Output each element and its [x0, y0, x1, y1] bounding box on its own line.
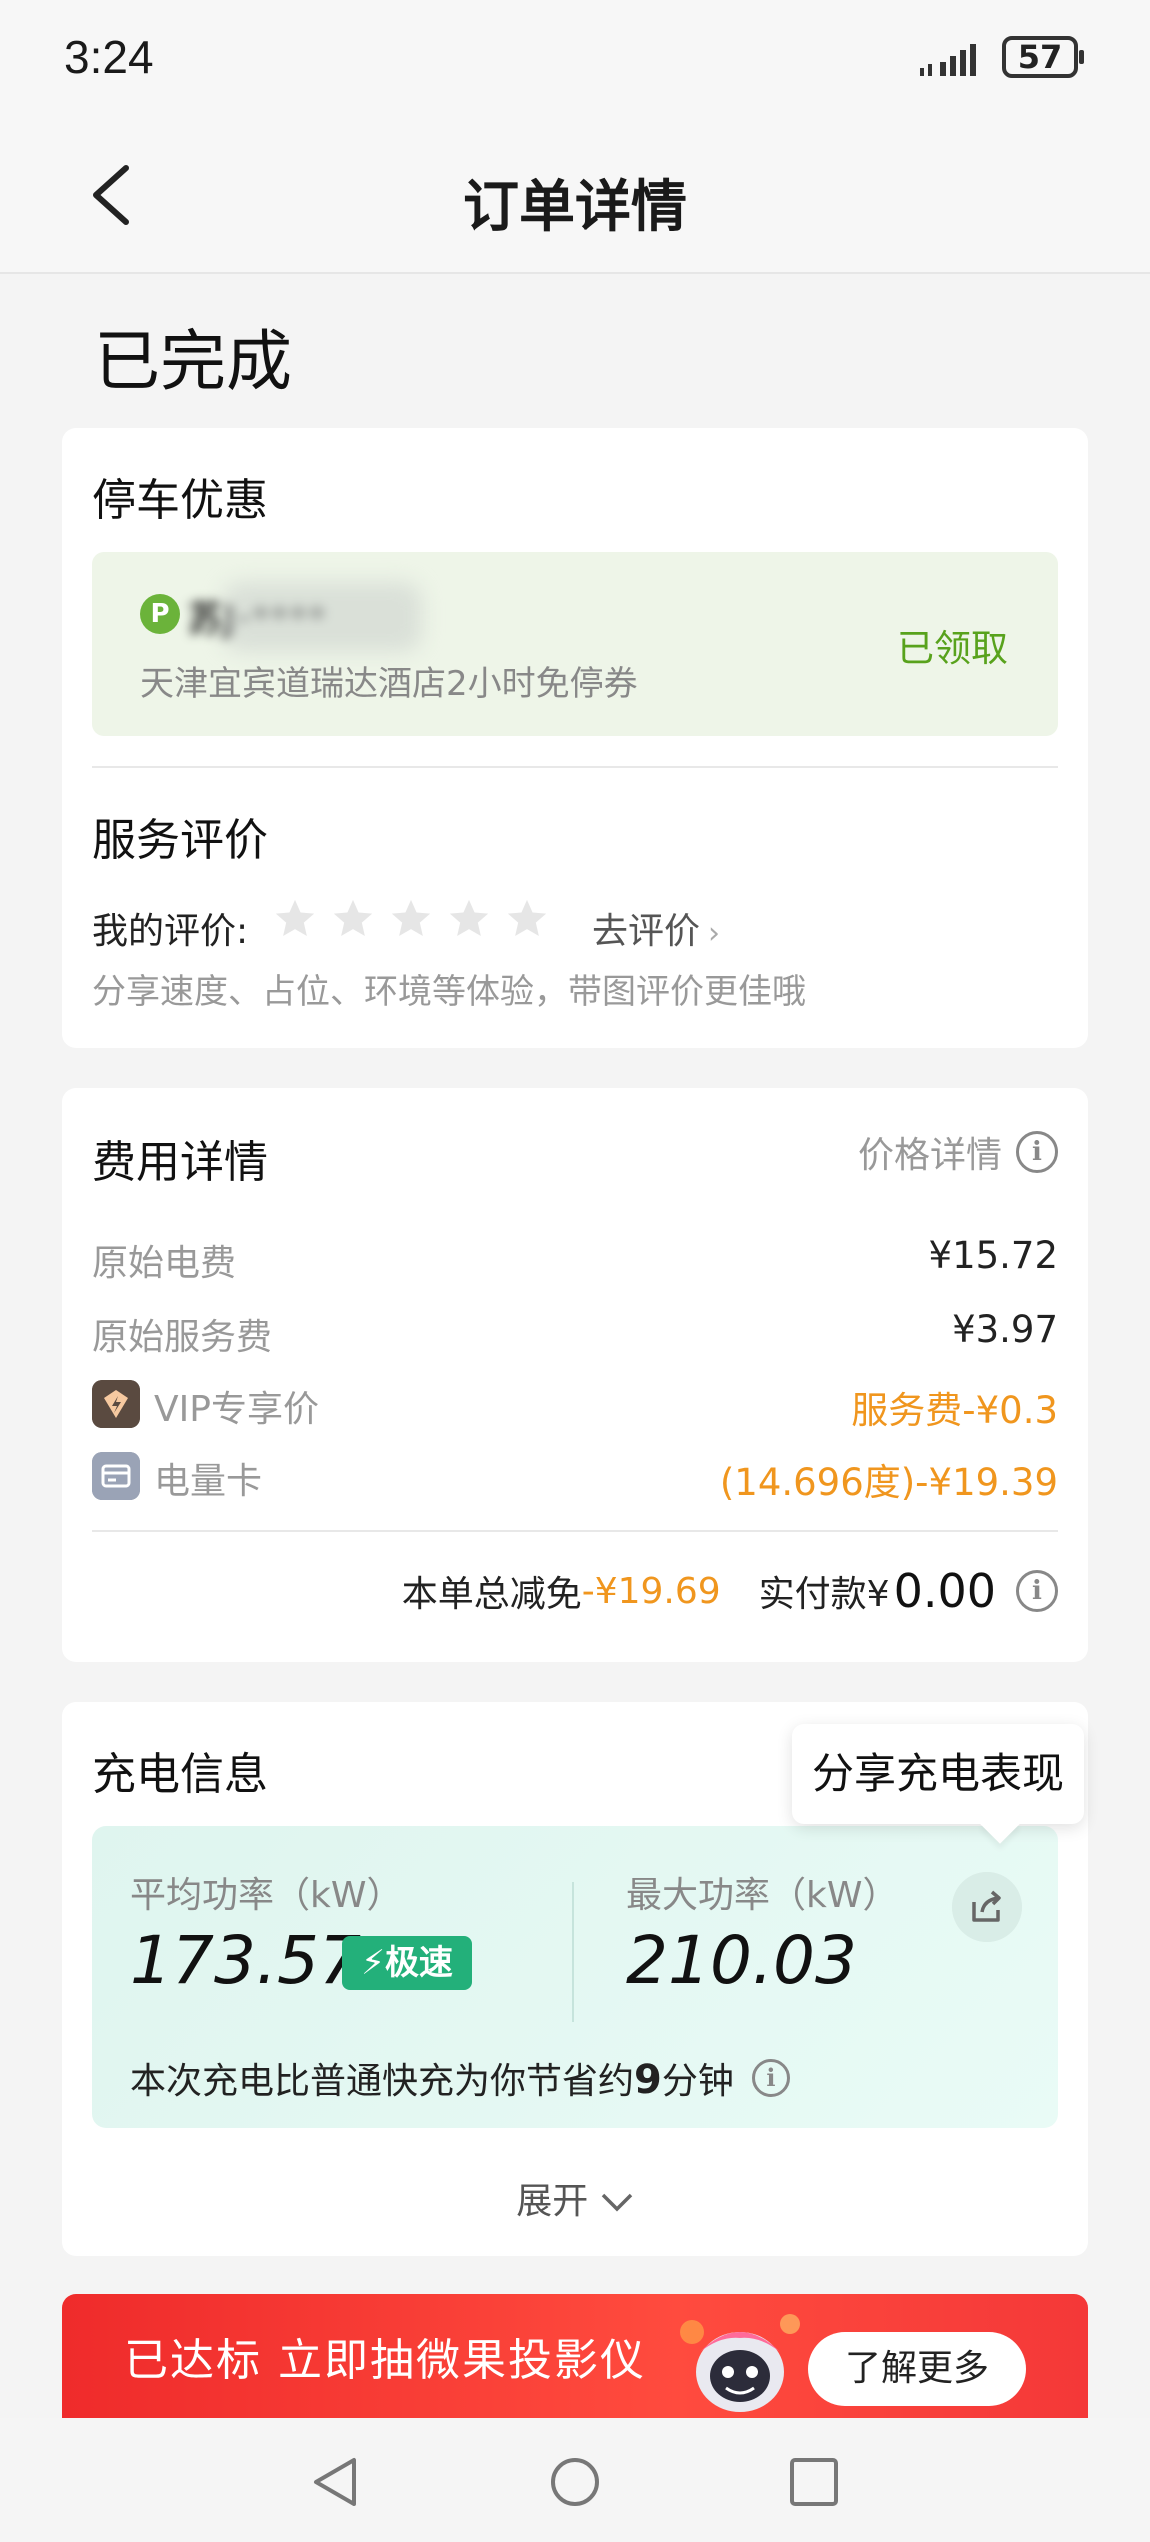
max-power-label: 最大功率（kW） — [626, 1875, 899, 1916]
review-title: 服务评价 — [92, 815, 268, 866]
nav-bar: 订单详情 — [0, 114, 1150, 274]
rating-hint: 分享速度、占位、环境等体验，带图评价更佳哦 — [92, 972, 806, 1012]
save-suffix: 分钟 — [661, 2061, 734, 2102]
fee-label: 原始电费 — [92, 1243, 237, 1284]
plate-mask — [222, 582, 422, 652]
system-nav-bar — [0, 2418, 1150, 2542]
chevron-right-icon: › — [708, 916, 721, 951]
star-icon[interactable] — [504, 896, 550, 942]
fee-label: VIP专享价 — [154, 1389, 319, 1430]
divider — [92, 766, 1058, 768]
paid-label: 实付款¥ — [758, 1574, 890, 1615]
speed-badge: ⚡极速 — [342, 1936, 472, 1990]
power-box: 平均功率（kW） 173.57 ⚡极速 最大功率（kW） 210.03 本次充电… — [92, 1826, 1058, 2128]
expand-button[interactable]: 展开 — [62, 2172, 1088, 2224]
total-discount-value: -¥19.69 — [581, 1570, 721, 1612]
fee-value: 服务费-¥0.3 — [851, 1389, 1058, 1432]
lion-mascot-image — [680, 2314, 800, 2412]
vip-icon — [92, 1380, 140, 1428]
fee-label: 电量卡 — [154, 1461, 263, 1502]
column-divider — [572, 1882, 574, 2022]
parking-title: 停车优惠 — [92, 475, 268, 526]
paid-value: 0.00 — [893, 1564, 996, 1618]
price-detail-link[interactable]: 价格详情 i — [858, 1126, 1058, 1178]
card-icon — [92, 1452, 140, 1500]
expand-label: 展开 — [516, 2181, 589, 2222]
go-review-link[interactable]: 去评价 › — [592, 902, 720, 954]
fee-value: ¥15.72 — [928, 1234, 1058, 1277]
speed-badge-label: 极速 — [384, 1943, 453, 1983]
signal-icon — [920, 44, 976, 76]
learn-more-button[interactable]: 了解更多 — [808, 2332, 1026, 2406]
share-tooltip: 分享充电表现 — [792, 1724, 1084, 1824]
max-power-value: 210.03 — [626, 1922, 857, 1999]
star-icon[interactable] — [446, 896, 492, 942]
parking-icon: P — [140, 594, 180, 634]
fee-row: VIP专享价 服务费-¥0.3 — [92, 1380, 1058, 1432]
save-prefix: 本次充电比普通快充为你节省约 — [130, 2061, 635, 2102]
total-line: 本单总减免 -¥19.69 实付款¥ 0.00 i — [402, 1564, 1058, 1618]
status-time: 3:24 — [64, 31, 154, 83]
my-rating-label: 我的评价: — [92, 911, 249, 952]
fee-value: (14.696度)-¥19.39 — [719, 1461, 1058, 1504]
coupon-status: 已领取 — [897, 627, 1008, 670]
nav-recent-icon[interactable] — [784, 2454, 844, 2510]
go-review-label: 去评价 — [592, 911, 701, 952]
star-icon[interactable] — [272, 896, 318, 942]
chevron-down-icon — [601, 2193, 632, 2212]
coupon-description: 天津宜宾道瑞达酒店2小时免停券 — [140, 664, 638, 704]
price-detail-label: 价格详情 — [857, 1135, 1002, 1176]
fee-row: 原始电费 ¥15.72 — [92, 1234, 1058, 1284]
battery-icon: 57 — [1002, 36, 1084, 78]
promo-banner[interactable]: 已达标 立即抽微果投影仪 了解更多 — [62, 2294, 1088, 2418]
fee-card: 费用详情 价格详情 i 原始电费 ¥15.72 原始服务费 ¥3.97 VIP专… — [62, 1088, 1088, 1662]
order-status: 已完成 — [94, 323, 292, 400]
info-icon[interactable]: i — [1016, 1570, 1058, 1612]
avg-power-value: 173.57 — [130, 1922, 361, 1999]
banner-text: 已达标 立即抽微果投影仪 — [124, 2335, 646, 2386]
save-minutes: 9 — [634, 2057, 662, 2103]
bolt-icon: ⚡ — [361, 1943, 385, 1983]
fee-row: 原始服务费 ¥3.97 — [92, 1308, 1058, 1358]
total-discount-label: 本单总减免 — [401, 1574, 582, 1615]
fee-title: 费用详情 — [92, 1137, 268, 1188]
rating-stars[interactable] — [272, 896, 550, 942]
share-icon[interactable] — [952, 1872, 1022, 1942]
charging-title: 充电信息 — [92, 1749, 268, 1800]
fee-value: ¥3.97 — [952, 1308, 1058, 1351]
fee-row: 电量卡 (14.696度)-¥19.39 — [92, 1452, 1058, 1504]
parking-review-card: 停车优惠 P 苏J·**** 天津宜宾道瑞达酒店2小时免停券 已领取 服务评价 … — [62, 428, 1088, 1048]
time-saved: 本次充电比普通快充为你节省约9分钟 i — [130, 2052, 790, 2104]
parking-coupon[interactable]: P 苏J·**** 天津宜宾道瑞达酒店2小时免停券 已领取 — [92, 552, 1058, 736]
info-icon[interactable]: i — [751, 2059, 790, 2097]
page-title: 订单详情 — [463, 175, 687, 240]
status-bar: 3:24 57 — [0, 0, 1150, 114]
nav-back-icon[interactable] — [306, 2454, 366, 2510]
info-icon: i — [1016, 1131, 1058, 1173]
star-icon[interactable] — [330, 896, 376, 942]
divider — [92, 1530, 1058, 1532]
nav-home-icon[interactable] — [545, 2454, 605, 2510]
star-icon[interactable] — [388, 896, 434, 942]
avg-power-label: 平均功率（kW） — [130, 1875, 403, 1916]
fee-label: 原始服务费 — [92, 1317, 273, 1358]
